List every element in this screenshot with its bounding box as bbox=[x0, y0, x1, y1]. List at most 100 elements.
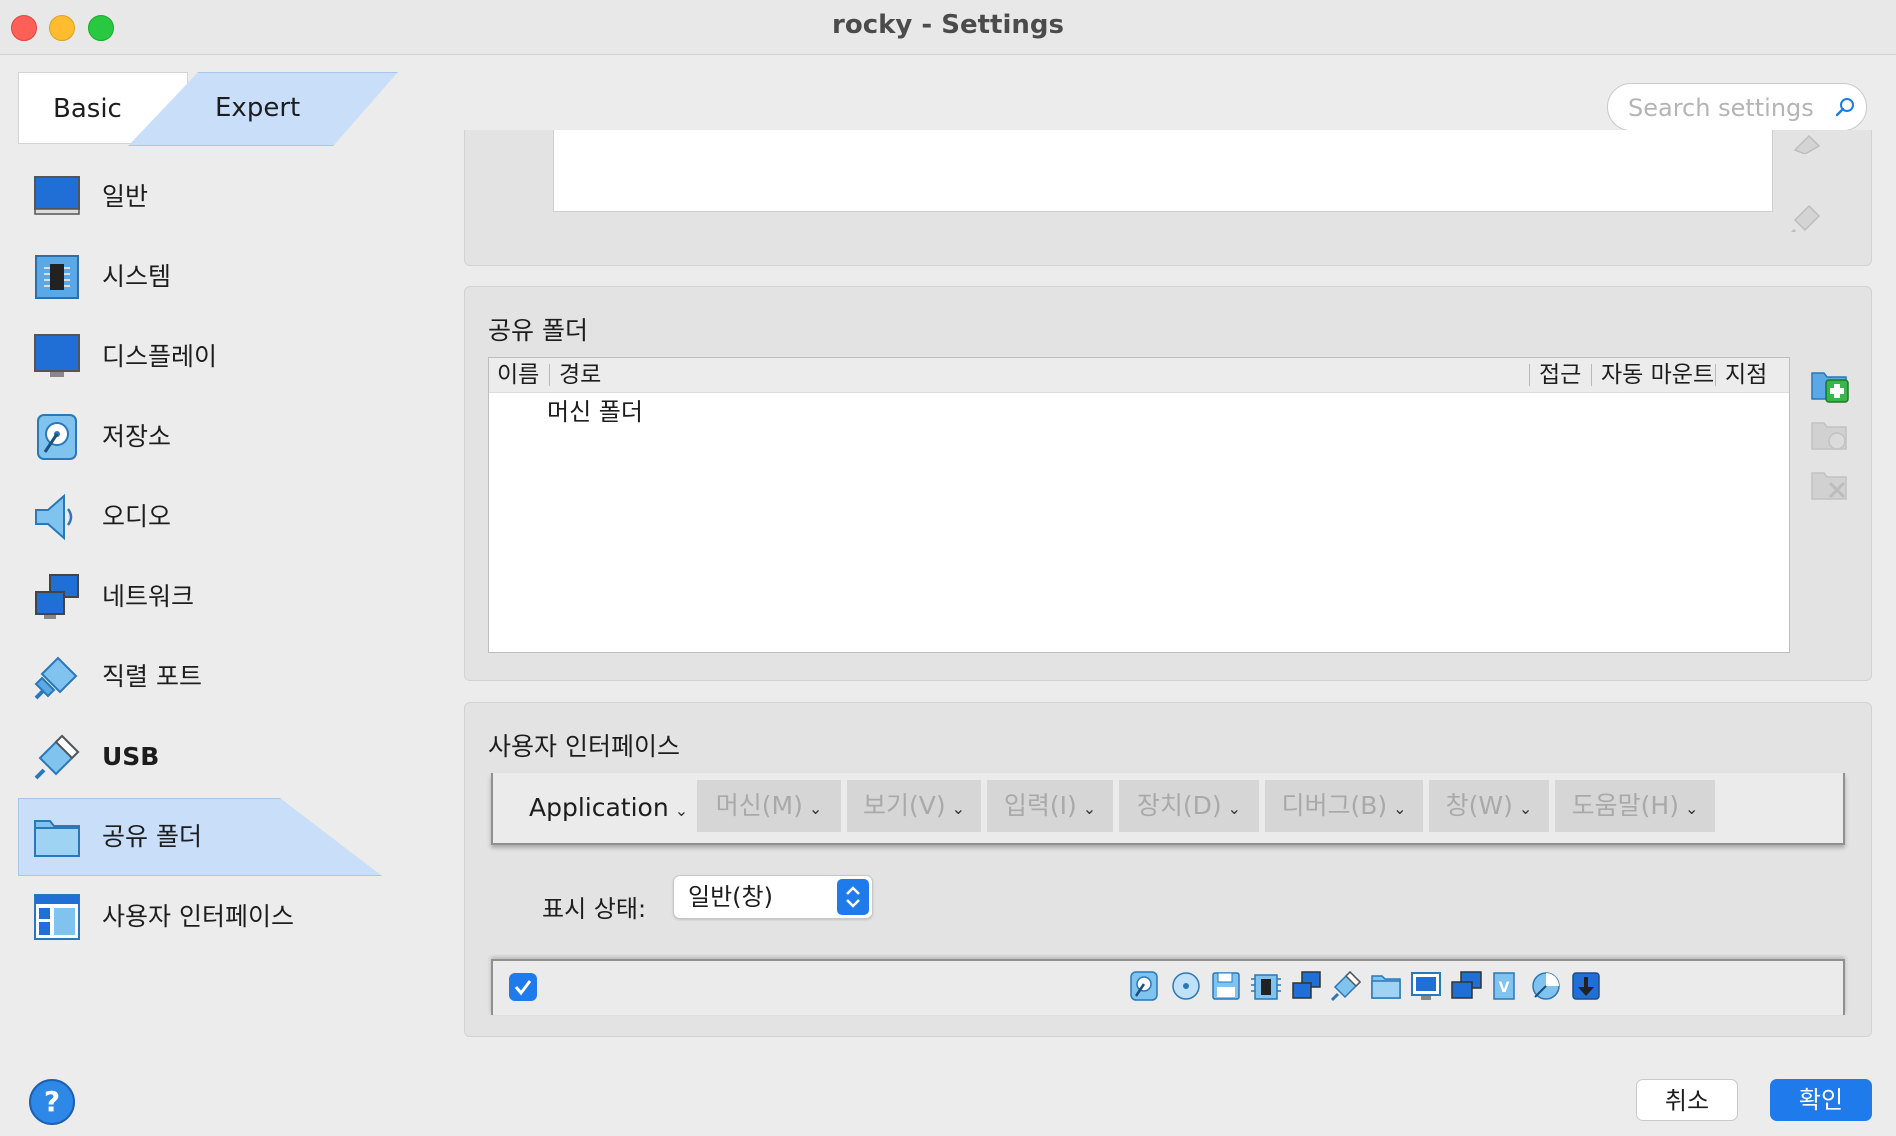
usb-icon bbox=[32, 732, 82, 782]
sidebar-item-label: 공유 폴더 bbox=[102, 822, 202, 851]
user-interface-icon bbox=[32, 892, 82, 942]
network-icon bbox=[32, 572, 82, 622]
menu-debug[interactable]: 디버그(B) ⌄ bbox=[1265, 780, 1423, 832]
display-device-icon[interactable] bbox=[1409, 969, 1443, 1003]
statusbar-enabled-checkbox[interactable] bbox=[509, 973, 537, 1001]
display-icon bbox=[32, 332, 82, 382]
chevron-down-icon: ⌄ bbox=[808, 799, 823, 818]
user-interface-panel: 사용자 인터페이스 Application ⌄ 머신(M) ⌄ 보기(V) ⌄ 입력(… bbox=[464, 702, 1872, 1037]
column-access[interactable]: 접근 bbox=[1539, 358, 1581, 392]
chevron-down-icon: ⌄ bbox=[1082, 799, 1097, 818]
sidebar-item-network[interactable]: 네트워크 bbox=[18, 558, 382, 636]
sidebar-item-shared-folders[interactable]: 공유 폴더 bbox=[18, 798, 382, 876]
remove-filter-icon[interactable] bbox=[1789, 196, 1829, 236]
edit-filter-icon[interactable] bbox=[1789, 130, 1829, 170]
column-auto-mount[interactable]: 자동 마운트 bbox=[1601, 358, 1714, 392]
sidebar-item-label: 시스템 bbox=[102, 262, 172, 291]
shared-folders-table[interactable]: 이름 경로 접근 자동 마운트 지점 머신 폴더 bbox=[488, 357, 1790, 653]
previous-section-list[interactable] bbox=[553, 130, 1773, 212]
svg-text:V: V bbox=[1499, 980, 1510, 996]
floppy-icon[interactable] bbox=[1209, 969, 1243, 1003]
window-title: rocky - Settings bbox=[832, 10, 1064, 40]
menu-label: 머신(M) bbox=[715, 791, 803, 820]
table-header: 이름 경로 접근 자동 마운트 지점 bbox=[489, 358, 1789, 393]
remove-shared-folder-icon[interactable] bbox=[1810, 465, 1850, 505]
sidebar-item-user-interface[interactable]: 사용자 인터페이스 bbox=[18, 878, 382, 956]
menu-view[interactable]: 보기(V) ⌄ bbox=[847, 780, 981, 832]
menu-application-label: Application bbox=[529, 793, 669, 822]
sidebar-item-storage[interactable]: 저장소 bbox=[18, 398, 382, 476]
menu-input[interactable]: 입력(I) ⌄ bbox=[987, 780, 1113, 832]
search-input[interactable] bbox=[1626, 92, 1830, 124]
search-field[interactable] bbox=[1607, 83, 1867, 131]
display-state-label: 표시 상태: bbox=[542, 895, 647, 923]
optical-disc-icon[interactable] bbox=[1169, 969, 1203, 1003]
sidebar-item-label: 사용자 인터페이스 bbox=[102, 902, 294, 931]
previous-section-panel bbox=[464, 130, 1872, 266]
help-button[interactable]: ? bbox=[29, 1079, 75, 1125]
column-mount-point[interactable]: 지점 bbox=[1725, 358, 1767, 392]
usb-device-icon[interactable] bbox=[1329, 969, 1363, 1003]
audio-device-icon[interactable] bbox=[1249, 969, 1283, 1003]
sidebar-item-audio[interactable]: 오디오 bbox=[18, 478, 382, 556]
chevron-down-icon: ⌄ bbox=[1393, 799, 1407, 818]
keyboard-capture-icon[interactable] bbox=[1569, 969, 1603, 1003]
shared-folders-panel: 공유 폴더 이름 경로 접근 자동 마운트 지점 머신 폴더 bbox=[464, 286, 1872, 681]
storage-icon bbox=[32, 412, 82, 462]
ok-button[interactable]: 확인 bbox=[1770, 1079, 1872, 1121]
sidebar-item-usb[interactable]: USB bbox=[18, 718, 382, 796]
menu-label: 도움말(H) bbox=[1571, 791, 1679, 820]
network-device-icon[interactable] bbox=[1289, 969, 1323, 1003]
shared-folder-icon bbox=[32, 812, 82, 862]
menubar-preview: Application ⌄ 머신(M) ⌄ 보기(V) ⌄ 입력(I) ⌄ 장치(D) ⌄… bbox=[491, 773, 1845, 845]
mode-expert-label: Expert bbox=[215, 93, 301, 123]
edit-shared-folder-icon[interactable] bbox=[1810, 415, 1850, 455]
menu-application[interactable]: Application ⌄ bbox=[529, 783, 688, 833]
audio-icon bbox=[32, 492, 82, 542]
sidebar-item-label: USB bbox=[102, 742, 160, 771]
mouse-integration-icon[interactable] bbox=[1529, 969, 1563, 1003]
chevron-down-icon: ⌄ bbox=[951, 799, 965, 818]
user-interface-title: 사용자 인터페이스 bbox=[488, 732, 680, 761]
sidebar-item-general[interactable]: 일반 bbox=[18, 158, 382, 236]
sidebar-item-label: 저장소 bbox=[102, 422, 172, 451]
column-name[interactable]: 이름 bbox=[497, 358, 539, 392]
menu-help[interactable]: 도움말(H) ⌄ bbox=[1555, 780, 1715, 832]
column-path[interactable]: 경로 bbox=[559, 358, 601, 392]
chevron-down-icon: ⌄ bbox=[1227, 799, 1242, 818]
sidebar-item-label: 디스플레이 bbox=[102, 342, 218, 371]
chevron-down-icon: ⌄ bbox=[1684, 799, 1699, 818]
display-state-select[interactable]: 일반(창) bbox=[673, 875, 873, 919]
sidebar-item-system[interactable]: 시스템 bbox=[18, 238, 382, 316]
title-bar: rocky - Settings bbox=[0, 0, 1896, 55]
menu-label: 입력(I) bbox=[1003, 791, 1077, 820]
sidebar-item-label: 오디오 bbox=[102, 502, 172, 531]
menu-label: 장치(D) bbox=[1136, 791, 1222, 820]
cpu-icon[interactable]: V bbox=[1487, 969, 1521, 1003]
search-icon bbox=[1834, 96, 1856, 122]
hard-disk-icon[interactable] bbox=[1127, 969, 1161, 1003]
cancel-button[interactable]: 취소 bbox=[1636, 1079, 1738, 1121]
sidebar-item-label: 네트워크 bbox=[102, 582, 195, 611]
add-shared-folder-icon[interactable] bbox=[1810, 365, 1850, 405]
serial-port-icon bbox=[32, 652, 82, 702]
sidebar-item-label: 일반 bbox=[102, 182, 149, 211]
display-state-value: 일반(창) bbox=[688, 883, 773, 911]
sidebar-item-serial-port[interactable]: 직렬 포트 bbox=[18, 638, 382, 716]
menu-label: 보기(V) bbox=[862, 791, 946, 820]
shared-folder-device-icon[interactable] bbox=[1369, 969, 1403, 1003]
mode-switcher: Basic Expert bbox=[18, 72, 398, 146]
menu-machine[interactable]: 머신(M) ⌄ bbox=[697, 780, 841, 832]
shared-folders-title: 공유 폴더 bbox=[488, 316, 588, 345]
menu-window[interactable]: 창(W) ⌄ bbox=[1429, 780, 1549, 832]
statusbar-preview: V bbox=[491, 959, 1845, 1015]
chevron-down-icon: ⌄ bbox=[674, 801, 689, 820]
menu-label: 창(W) bbox=[1445, 791, 1513, 820]
chevron-down-icon: ⌄ bbox=[1518, 799, 1533, 818]
table-row[interactable]: 머신 폴더 bbox=[547, 394, 643, 430]
menu-label: 디버그(B) bbox=[1281, 791, 1388, 820]
recording-icon[interactable] bbox=[1449, 969, 1483, 1003]
menu-devices[interactable]: 장치(D) ⌄ bbox=[1119, 780, 1259, 832]
select-stepper-icon bbox=[837, 879, 869, 915]
sidebar-item-display[interactable]: 디스플레이 bbox=[18, 318, 382, 396]
